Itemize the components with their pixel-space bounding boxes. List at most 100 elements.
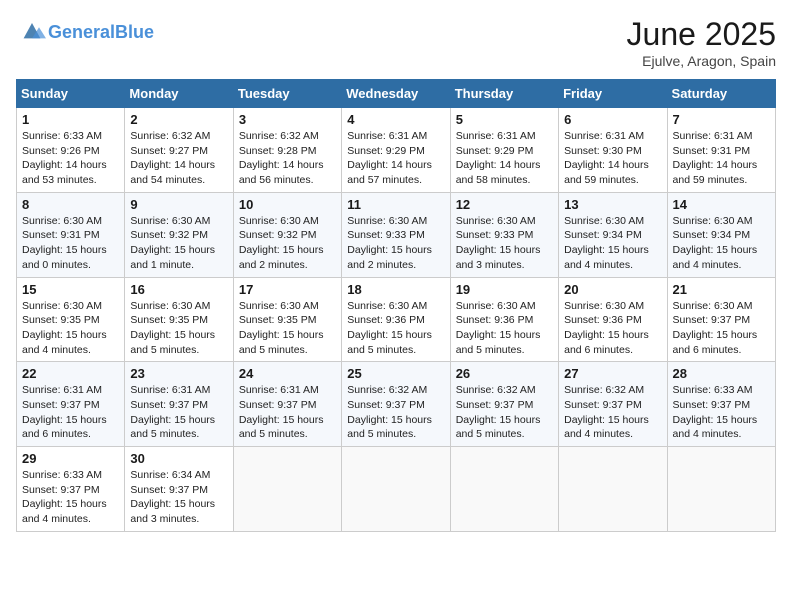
calendar-table: Sunday Monday Tuesday Wednesday Thursday… — [16, 79, 776, 532]
table-row: 3 Sunrise: 6:32 AM Sunset: 9:28 PM Dayli… — [233, 108, 341, 193]
day-info: Sunrise: 6:31 AM Sunset: 9:29 PM Dayligh… — [456, 129, 553, 188]
table-row — [450, 447, 558, 532]
day-number: 30 — [130, 451, 227, 466]
day-info: Sunrise: 6:32 AM Sunset: 9:37 PM Dayligh… — [564, 383, 661, 442]
day-info: Sunrise: 6:31 AM Sunset: 9:37 PM Dayligh… — [130, 383, 227, 442]
table-row: 20 Sunrise: 6:30 AM Sunset: 9:36 PM Dayl… — [559, 277, 667, 362]
day-info: Sunrise: 6:30 AM Sunset: 9:36 PM Dayligh… — [456, 299, 553, 358]
day-info: Sunrise: 6:30 AM Sunset: 9:33 PM Dayligh… — [456, 214, 553, 273]
location: Ejulve, Aragon, Spain — [627, 53, 776, 69]
table-row: 14 Sunrise: 6:30 AM Sunset: 9:34 PM Dayl… — [667, 192, 775, 277]
table-row — [667, 447, 775, 532]
col-monday: Monday — [125, 80, 233, 108]
day-info: Sunrise: 6:33 AM Sunset: 9:37 PM Dayligh… — [22, 468, 119, 527]
day-info: Sunrise: 6:32 AM Sunset: 9:28 PM Dayligh… — [239, 129, 336, 188]
day-info: Sunrise: 6:30 AM Sunset: 9:31 PM Dayligh… — [22, 214, 119, 273]
day-number: 13 — [564, 197, 661, 212]
day-number: 21 — [673, 282, 770, 297]
day-number: 12 — [456, 197, 553, 212]
day-number: 4 — [347, 112, 444, 127]
calendar-row: 15 Sunrise: 6:30 AM Sunset: 9:35 PM Dayl… — [17, 277, 776, 362]
table-row — [342, 447, 450, 532]
day-info: Sunrise: 6:30 AM Sunset: 9:32 PM Dayligh… — [239, 214, 336, 273]
day-number: 23 — [130, 366, 227, 381]
table-row: 1 Sunrise: 6:33 AM Sunset: 9:26 PM Dayli… — [17, 108, 125, 193]
calendar-row: 8 Sunrise: 6:30 AM Sunset: 9:31 PM Dayli… — [17, 192, 776, 277]
table-row — [233, 447, 341, 532]
table-row: 19 Sunrise: 6:30 AM Sunset: 9:36 PM Dayl… — [450, 277, 558, 362]
col-tuesday: Tuesday — [233, 80, 341, 108]
day-number: 8 — [22, 197, 119, 212]
day-info: Sunrise: 6:34 AM Sunset: 9:37 PM Dayligh… — [130, 468, 227, 527]
table-row: 13 Sunrise: 6:30 AM Sunset: 9:34 PM Dayl… — [559, 192, 667, 277]
table-row: 8 Sunrise: 6:30 AM Sunset: 9:31 PM Dayli… — [17, 192, 125, 277]
day-number: 11 — [347, 197, 444, 212]
col-sunday: Sunday — [17, 80, 125, 108]
day-info: Sunrise: 6:30 AM Sunset: 9:33 PM Dayligh… — [347, 214, 444, 273]
table-row: 17 Sunrise: 6:30 AM Sunset: 9:35 PM Dayl… — [233, 277, 341, 362]
day-number: 29 — [22, 451, 119, 466]
day-number: 26 — [456, 366, 553, 381]
table-row: 9 Sunrise: 6:30 AM Sunset: 9:32 PM Dayli… — [125, 192, 233, 277]
day-info: Sunrise: 6:33 AM Sunset: 9:37 PM Dayligh… — [673, 383, 770, 442]
col-wednesday: Wednesday — [342, 80, 450, 108]
day-number: 14 — [673, 197, 770, 212]
day-number: 3 — [239, 112, 336, 127]
day-info: Sunrise: 6:31 AM Sunset: 9:37 PM Dayligh… — [22, 383, 119, 442]
table-row: 10 Sunrise: 6:30 AM Sunset: 9:32 PM Dayl… — [233, 192, 341, 277]
day-info: Sunrise: 6:30 AM Sunset: 9:36 PM Dayligh… — [564, 299, 661, 358]
calendar-row: 1 Sunrise: 6:33 AM Sunset: 9:26 PM Dayli… — [17, 108, 776, 193]
day-number: 7 — [673, 112, 770, 127]
table-row: 28 Sunrise: 6:33 AM Sunset: 9:37 PM Dayl… — [667, 362, 775, 447]
title-block: June 2025 Ejulve, Aragon, Spain — [627, 16, 776, 69]
col-saturday: Saturday — [667, 80, 775, 108]
col-thursday: Thursday — [450, 80, 558, 108]
table-row — [559, 447, 667, 532]
table-row: 5 Sunrise: 6:31 AM Sunset: 9:29 PM Dayli… — [450, 108, 558, 193]
table-row: 30 Sunrise: 6:34 AM Sunset: 9:37 PM Dayl… — [125, 447, 233, 532]
page-header: GeneralBlue June 2025 Ejulve, Aragon, Sp… — [16, 16, 776, 69]
logo-text-line1: GeneralBlue — [48, 23, 154, 43]
day-number: 28 — [673, 366, 770, 381]
day-number: 2 — [130, 112, 227, 127]
day-info: Sunrise: 6:30 AM Sunset: 9:35 PM Dayligh… — [239, 299, 336, 358]
table-row: 21 Sunrise: 6:30 AM Sunset: 9:37 PM Dayl… — [667, 277, 775, 362]
day-info: Sunrise: 6:31 AM Sunset: 9:37 PM Dayligh… — [239, 383, 336, 442]
table-row: 7 Sunrise: 6:31 AM Sunset: 9:31 PM Dayli… — [667, 108, 775, 193]
day-number: 18 — [347, 282, 444, 297]
calendar-row: 22 Sunrise: 6:31 AM Sunset: 9:37 PM Dayl… — [17, 362, 776, 447]
table-row: 16 Sunrise: 6:30 AM Sunset: 9:35 PM Dayl… — [125, 277, 233, 362]
day-number: 24 — [239, 366, 336, 381]
day-number: 20 — [564, 282, 661, 297]
day-number: 17 — [239, 282, 336, 297]
table-row: 23 Sunrise: 6:31 AM Sunset: 9:37 PM Dayl… — [125, 362, 233, 447]
table-row: 25 Sunrise: 6:32 AM Sunset: 9:37 PM Dayl… — [342, 362, 450, 447]
day-number: 10 — [239, 197, 336, 212]
day-info: Sunrise: 6:32 AM Sunset: 9:27 PM Dayligh… — [130, 129, 227, 188]
day-info: Sunrise: 6:31 AM Sunset: 9:31 PM Dayligh… — [673, 129, 770, 188]
table-row: 4 Sunrise: 6:31 AM Sunset: 9:29 PM Dayli… — [342, 108, 450, 193]
day-number: 25 — [347, 366, 444, 381]
table-row: 27 Sunrise: 6:32 AM Sunset: 9:37 PM Dayl… — [559, 362, 667, 447]
table-row: 11 Sunrise: 6:30 AM Sunset: 9:33 PM Dayl… — [342, 192, 450, 277]
table-row: 18 Sunrise: 6:30 AM Sunset: 9:36 PM Dayl… — [342, 277, 450, 362]
day-info: Sunrise: 6:32 AM Sunset: 9:37 PM Dayligh… — [456, 383, 553, 442]
day-info: Sunrise: 6:30 AM Sunset: 9:34 PM Dayligh… — [564, 214, 661, 273]
day-info: Sunrise: 6:30 AM Sunset: 9:32 PM Dayligh… — [130, 214, 227, 273]
day-info: Sunrise: 6:31 AM Sunset: 9:29 PM Dayligh… — [347, 129, 444, 188]
day-number: 1 — [22, 112, 119, 127]
day-number: 19 — [456, 282, 553, 297]
day-info: Sunrise: 6:30 AM Sunset: 9:35 PM Dayligh… — [22, 299, 119, 358]
day-info: Sunrise: 6:30 AM Sunset: 9:37 PM Dayligh… — [673, 299, 770, 358]
table-row: 24 Sunrise: 6:31 AM Sunset: 9:37 PM Dayl… — [233, 362, 341, 447]
day-number: 22 — [22, 366, 119, 381]
month-title: June 2025 — [627, 16, 776, 53]
logo-icon — [18, 16, 46, 44]
day-info: Sunrise: 6:32 AM Sunset: 9:37 PM Dayligh… — [347, 383, 444, 442]
day-number: 9 — [130, 197, 227, 212]
day-number: 27 — [564, 366, 661, 381]
table-row: 29 Sunrise: 6:33 AM Sunset: 9:37 PM Dayl… — [17, 447, 125, 532]
table-row: 15 Sunrise: 6:30 AM Sunset: 9:35 PM Dayl… — [17, 277, 125, 362]
day-info: Sunrise: 6:30 AM Sunset: 9:36 PM Dayligh… — [347, 299, 444, 358]
logo: GeneralBlue — [16, 16, 154, 49]
